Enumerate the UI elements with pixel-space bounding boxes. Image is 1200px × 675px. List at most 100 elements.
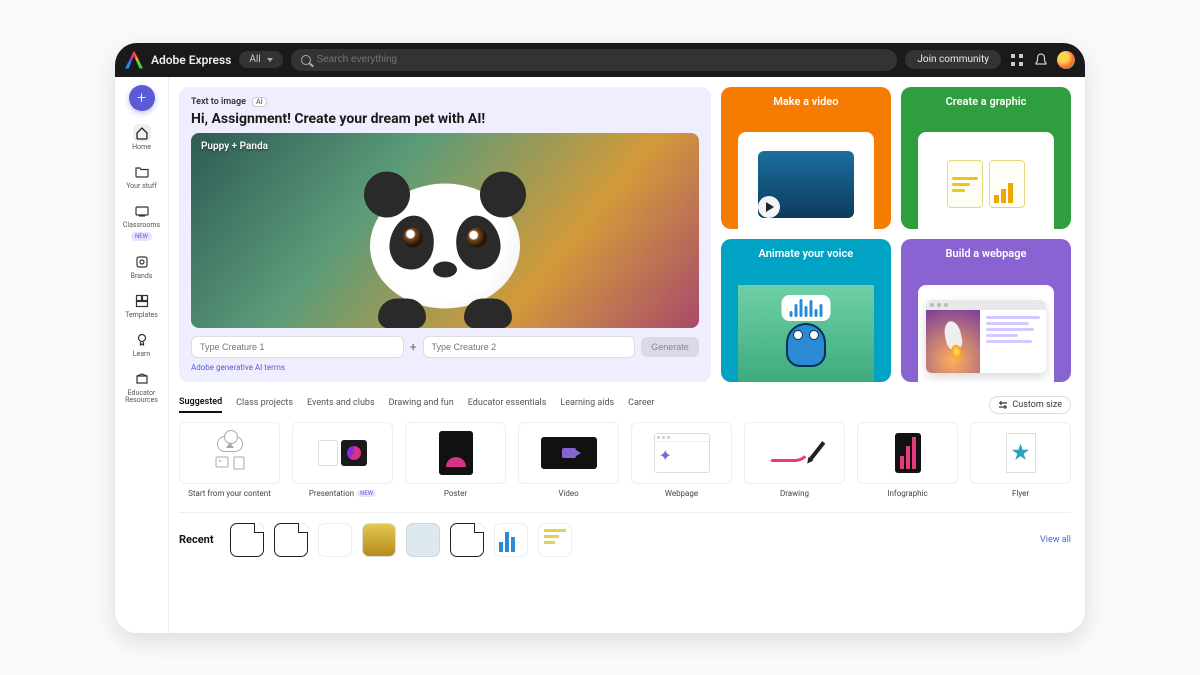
- educator-icon: [133, 370, 151, 388]
- sidebar-item-brands[interactable]: Brands: [115, 250, 168, 283]
- recent-item[interactable]: [450, 523, 484, 557]
- tab-educator-essentials[interactable]: Educator essentials: [468, 398, 547, 412]
- recent-item[interactable]: [538, 523, 572, 557]
- template-label: Webpage: [665, 489, 698, 498]
- sidebar-item-learn[interactable]: Learn: [115, 328, 168, 361]
- brand-name: Adobe Express: [151, 53, 231, 67]
- tti-title: Hi, Assignment! Create your dream pet wi…: [191, 111, 699, 127]
- recent-item[interactable]: [230, 523, 264, 557]
- generate-button[interactable]: Generate: [641, 337, 699, 357]
- webpage-icon: ✦: [654, 433, 710, 473]
- create-new-button[interactable]: +: [129, 85, 155, 111]
- tti-tag-label: Text to image: [191, 97, 246, 107]
- adobe-logo-icon: [125, 51, 143, 69]
- video-icon: [541, 437, 597, 469]
- app-body: + Home Your stuff Classrooms NEW Brands …: [115, 77, 1085, 633]
- play-icon: [758, 196, 780, 218]
- creature-2-input[interactable]: [423, 336, 636, 358]
- classroom-icon: [133, 202, 151, 220]
- recent-item[interactable]: [274, 523, 308, 557]
- graphic-illustration: [947, 160, 1025, 208]
- custom-size-label: Custom size: [1012, 400, 1062, 410]
- tti-preview-image: Puppy + Panda: [191, 133, 699, 328]
- sidebar-item-home[interactable]: Home: [115, 121, 168, 154]
- tile-title: Make a video: [721, 95, 891, 108]
- tile-title: Build a webpage: [901, 247, 1071, 260]
- template-label: Flyer: [1012, 489, 1029, 498]
- template-label: Poster: [444, 489, 467, 498]
- upload-icon: [215, 436, 245, 470]
- recent-item[interactable]: [362, 523, 396, 557]
- recent-title: Recent: [179, 533, 214, 546]
- custom-size-button[interactable]: Custom size: [989, 396, 1071, 414]
- poster-icon: [439, 431, 473, 475]
- recent-item[interactable]: [318, 523, 352, 557]
- plus-icon: +: [410, 340, 417, 354]
- chevron-down-icon: [267, 58, 273, 62]
- sidebar-item-label: Learn: [133, 351, 151, 358]
- template-poster[interactable]: Poster: [405, 422, 506, 498]
- category-tabs: Suggested Class projects Events and club…: [179, 396, 1071, 414]
- sidebar-item-your-stuff[interactable]: Your stuff: [115, 160, 168, 193]
- template-drawing[interactable]: Drawing: [744, 422, 845, 498]
- recent-section: Recent View all: [179, 512, 1071, 557]
- template-flyer[interactable]: Flyer: [970, 422, 1071, 498]
- tab-learning-aids[interactable]: Learning aids: [560, 398, 614, 412]
- tile-title: Animate your voice: [721, 247, 891, 260]
- user-avatar[interactable]: [1057, 51, 1075, 69]
- recent-item[interactable]: [406, 523, 440, 557]
- tile-animate-voice[interactable]: Animate your voice: [721, 239, 891, 382]
- search-filter-label: All: [249, 54, 260, 65]
- ai-badge: AI: [252, 97, 267, 107]
- tile-create-graphic[interactable]: Create a graphic: [901, 87, 1071, 230]
- template-webpage[interactable]: ✦ Webpage: [631, 422, 732, 498]
- template-infographic[interactable]: Infographic: [857, 422, 958, 498]
- tab-class-projects[interactable]: Class projects: [236, 398, 293, 412]
- drawing-icon: [765, 438, 825, 468]
- voice-illustration: [738, 285, 874, 382]
- top-bar: Adobe Express All Join community: [115, 43, 1085, 77]
- template-video[interactable]: Video: [518, 422, 619, 498]
- app-window: Adobe Express All Join community + Home: [115, 43, 1085, 633]
- template-start-from-content[interactable]: Start from your content: [179, 422, 280, 498]
- home-icon: [133, 124, 151, 142]
- ai-terms-link[interactable]: Adobe generative AI terms: [191, 363, 699, 372]
- hero-row: Text to image AI Hi, Assignment! Create …: [179, 87, 1071, 382]
- tab-drawing-fun[interactable]: Drawing and fun: [389, 398, 454, 412]
- join-community-button[interactable]: Join community: [905, 50, 1001, 69]
- tab-events-clubs[interactable]: Events and clubs: [307, 398, 375, 412]
- waveform-icon: [781, 295, 830, 321]
- view-all-link[interactable]: View all: [1040, 535, 1071, 545]
- sidebar-item-label: Templates: [125, 312, 158, 319]
- search-field[interactable]: [291, 49, 898, 71]
- folder-icon: [133, 163, 151, 181]
- feature-tile-grid: Make a video Create a graphic: [721, 87, 1071, 382]
- rocket-icon: [942, 320, 963, 351]
- template-label: Start from your content: [188, 489, 271, 498]
- sidebar-item-templates[interactable]: Templates: [115, 289, 168, 322]
- creature-1-input[interactable]: [191, 336, 404, 358]
- sidebar-item-label: Home: [132, 144, 151, 151]
- search-input[interactable]: [317, 54, 888, 65]
- apps-grid-icon[interactable]: [1009, 52, 1025, 68]
- flyer-icon: [1006, 433, 1036, 473]
- sidebar-item-educator[interactable]: Educator Resources: [115, 367, 168, 407]
- templates-row: Start from your content PresentationNEW …: [179, 422, 1071, 498]
- template-presentation[interactable]: PresentationNEW: [292, 422, 393, 498]
- tile-make-video[interactable]: Make a video: [721, 87, 891, 230]
- webpage-illustration: [926, 300, 1046, 373]
- pie-chart-icon: [341, 440, 367, 466]
- sidebar-item-classrooms[interactable]: Classrooms NEW: [115, 199, 168, 244]
- recent-item[interactable]: [494, 523, 528, 557]
- tab-career[interactable]: Career: [628, 398, 654, 412]
- tile-build-webpage[interactable]: Build a webpage: [901, 239, 1071, 382]
- new-badge: NEW: [357, 490, 376, 497]
- search-filter-dropdown[interactable]: All: [239, 51, 282, 68]
- learn-icon: [133, 331, 151, 349]
- sidebar-item-label: Educator Resources: [117, 390, 167, 404]
- notifications-bell-icon[interactable]: [1033, 52, 1049, 68]
- sliders-icon: [998, 400, 1008, 410]
- panda-illustration: [370, 183, 520, 308]
- brand-icon: [133, 253, 151, 271]
- tab-suggested[interactable]: Suggested: [179, 397, 222, 413]
